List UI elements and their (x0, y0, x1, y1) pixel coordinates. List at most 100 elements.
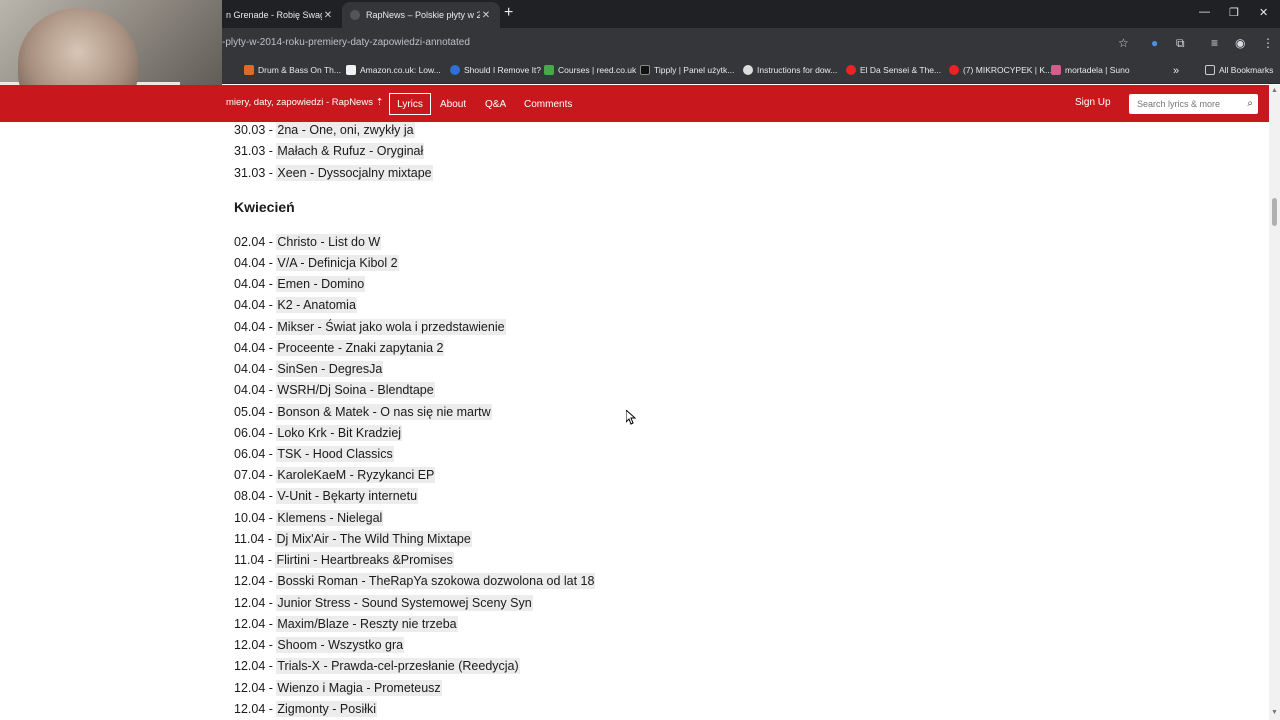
bookmark-label: Tipply | Panel użytk... (654, 65, 735, 75)
close-icon[interactable]: ✕ (322, 10, 334, 21)
annotation-highlight[interactable]: WSRH/Dj Soina - Blendtape (276, 382, 435, 398)
annotation-highlight[interactable]: TSK - Hood Classics (276, 446, 394, 462)
list-item: 12.04 - Shoom - Wszystko gra (234, 637, 405, 653)
nav-lyrics[interactable]: Lyrics (389, 93, 431, 115)
annotation-highlight[interactable]: Wienzo i Magia - Prometeusz (276, 680, 442, 696)
window-close-icon[interactable]: ✕ (1259, 6, 1268, 19)
list-item: 30.03 - 2na - One, oni, zwykły ja (234, 122, 415, 138)
browser-tab-active[interactable]: RapNews – Polskie płyty w 2014 ✕ (342, 2, 500, 28)
annotation-highlight[interactable]: Zigmonty - Posiłki (276, 701, 378, 717)
extension-icon[interactable]: ● (1151, 36, 1158, 50)
list-item: 06.04 - TSK - Hood Classics (234, 446, 394, 462)
annotation-highlight[interactable]: Junior Stress - Sound Systemowej Sceny S… (276, 595, 533, 611)
bookmark-label: (7) MIKROCYPEK | K... (963, 65, 1053, 75)
list-item: 04.04 - Emen - Domino (234, 276, 366, 292)
page-scrollbar[interactable]: ▲ ▼ (1269, 85, 1280, 720)
annotation-highlight[interactable]: V-Unit - Bękarty internetu (276, 488, 419, 504)
bookmark-item[interactable]: Courses | reed.co.uk (544, 65, 636, 75)
annotation-highlight[interactable]: Trials-X - Prawda-cel-przesłanie (Reedyc… (276, 658, 520, 674)
list-item: 12.04 - Trials-X - Prawda-cel-przesłanie… (234, 658, 520, 674)
annotation-highlight[interactable]: Loko Krk - Bit Kradziej (276, 425, 403, 441)
bookmark-icon (544, 65, 554, 75)
all-bookmarks[interactable]: All Bookmarks (1205, 65, 1273, 75)
list-item: 06.04 - Loko Krk - Bit Kradziej (234, 425, 403, 441)
list-item: 07.04 - KaroleKaeM - Ryzykanci EP (234, 467, 436, 483)
youtube-icon (846, 65, 856, 75)
list-item: 04.04 - Mikser - Świat jako wola i przed… (234, 319, 506, 335)
profile-icon[interactable]: ◉ (1235, 36, 1245, 50)
annotation-highlight[interactable]: Małach & Rufuz - Oryginał (276, 143, 425, 159)
annotation-highlight[interactable]: Dj Mix'Air - The Wild Thing Mixtape (275, 531, 472, 547)
bookmark-item[interactable]: Drum & Bass On Th... (244, 65, 341, 75)
annotation-highlight[interactable]: K2 - Anatomia (276, 297, 357, 313)
browser-tab[interactable]: n Grenade - Robię Swag (p ✕ (218, 2, 342, 28)
scroll-down-icon[interactable]: ▼ (1271, 709, 1278, 716)
restore-icon[interactable]: ❐ (1229, 6, 1239, 19)
favicon-icon (350, 10, 360, 20)
annotation-highlight[interactable]: Proceente - Znaki zapytania 2 (276, 340, 445, 356)
bookmark-icon (640, 65, 650, 75)
annotation-highlight[interactable]: Bosski Roman - TheRapYa szokowa dozwolon… (276, 573, 596, 589)
annotation-highlight[interactable]: Maxim/Blaze - Reszty nie trzeba (276, 616, 458, 632)
list-item: 31.03 - Xeen - Dyssocjalny mixtape (234, 165, 433, 181)
annotation-highlight[interactable]: KaroleKaeM - Ryzykanci EP (276, 467, 436, 483)
nav-qa[interactable]: Q&A (485, 93, 506, 115)
scroll-thumb[interactable] (1272, 198, 1277, 226)
search-box[interactable]: ⌕ (1129, 94, 1258, 114)
annotation-highlight[interactable]: SinSen - DegresJa (276, 361, 384, 377)
bookmark-label: Instructions for dow... (757, 65, 838, 75)
new-tab-icon[interactable]: + (504, 5, 513, 21)
star-icon[interactable]: ☆ (1118, 36, 1129, 50)
close-icon[interactable]: ✕ (480, 10, 492, 21)
minimize-icon[interactable]: — (1199, 6, 1210, 18)
bookmark-item[interactable]: Tipply | Panel użytk... (640, 65, 734, 75)
annotation-highlight[interactable]: Emen - Domino (276, 276, 366, 292)
puzzle-icon[interactable]: ⧉ (1176, 36, 1185, 51)
bookmark-label: mortadela | Suno (1065, 65, 1130, 75)
youtube-icon (949, 65, 959, 75)
bookmark-label: All Bookmarks (1219, 65, 1274, 75)
folder-icon (1205, 65, 1215, 75)
search-input[interactable] (1137, 99, 1240, 109)
bookmark-item[interactable]: mortadela | Suno (1051, 65, 1130, 75)
tab-title: RapNews – Polskie płyty w 2014 (366, 10, 480, 20)
bookmark-item[interactable]: Should I Remove It? (450, 65, 541, 75)
bookmark-icon (743, 65, 753, 75)
annotation-highlight[interactable]: V/A - Definicja Kibol 2 (276, 255, 399, 271)
media-icon[interactable]: ≡ (1211, 36, 1218, 50)
list-item: 08.04 - V-Unit - Bękarty internetu (234, 488, 419, 504)
annotation-highlight[interactable]: Flirtini - Heartbreaks &Promises (275, 552, 454, 568)
annotation-highlight[interactable]: Xeen - Dyssocjalny mixtape (276, 165, 433, 181)
list-item: 12.04 - Zigmonty - Posiłki (234, 701, 378, 717)
annotation-highlight[interactable]: Shoom - Wszystko gra (276, 637, 405, 653)
bookmark-item[interactable]: Instructions for dow... (743, 65, 837, 75)
annotation-highlight[interactable]: Bonson & Matek - O nas się nie martw (276, 404, 492, 420)
list-item: 12.04 - Maxim/Blaze - Reszty nie trzeba (234, 616, 458, 632)
search-icon[interactable]: ⌕ (1247, 98, 1253, 109)
list-item: 04.04 - Proceente - Znaki zapytania 2 (234, 340, 445, 356)
bookmark-icon (1051, 65, 1061, 75)
site-header: miery, daty, zapowiedzi - RapNews ⇡ Lyri… (0, 85, 1280, 122)
bookmark-item[interactable]: El Da Sensei & The... (846, 65, 941, 75)
nav-about[interactable]: About (440, 93, 466, 115)
chevron-right-icon[interactable]: » (1173, 65, 1179, 77)
scroll-up-icon[interactable]: ▲ (1271, 87, 1278, 94)
menu-icon[interactable]: ⋮ (1262, 36, 1274, 50)
list-item: 04.04 - V/A - Definicja Kibol 2 (234, 255, 399, 271)
list-item: 12.04 - Junior Stress - Sound Systemowej… (234, 595, 533, 611)
amazon-icon (346, 65, 356, 75)
annotation-highlight[interactable]: Klemens - Nielegal (276, 510, 384, 526)
annotation-highlight[interactable]: Mikser - Świat jako wola i przedstawieni… (276, 319, 506, 335)
signup-link[interactable]: Sign Up (1075, 97, 1111, 108)
bookmark-icon (244, 65, 254, 75)
nav-comments[interactable]: Comments (524, 93, 572, 115)
url-field[interactable]: -plyty-w-2014-roku-premiery-daty-zapowie… (222, 37, 470, 48)
bookmark-label: Courses | reed.co.uk (558, 65, 637, 75)
annotation-highlight[interactable]: Christo - List do W (276, 234, 382, 250)
list-item: 04.04 - WSRH/Dj Soina - Blendtape (234, 382, 435, 398)
bookmark-item[interactable]: Amazon.co.uk: Low... (346, 65, 441, 75)
bookmark-item[interactable]: (7) MIKROCYPEK | K... (949, 65, 1052, 75)
annotation-highlight[interactable]: 2na - One, oni, zwykły ja (276, 122, 415, 138)
list-item: 04.04 - SinSen - DegresJa (234, 361, 384, 377)
bookmark-label: El Da Sensei & The... (860, 65, 942, 75)
